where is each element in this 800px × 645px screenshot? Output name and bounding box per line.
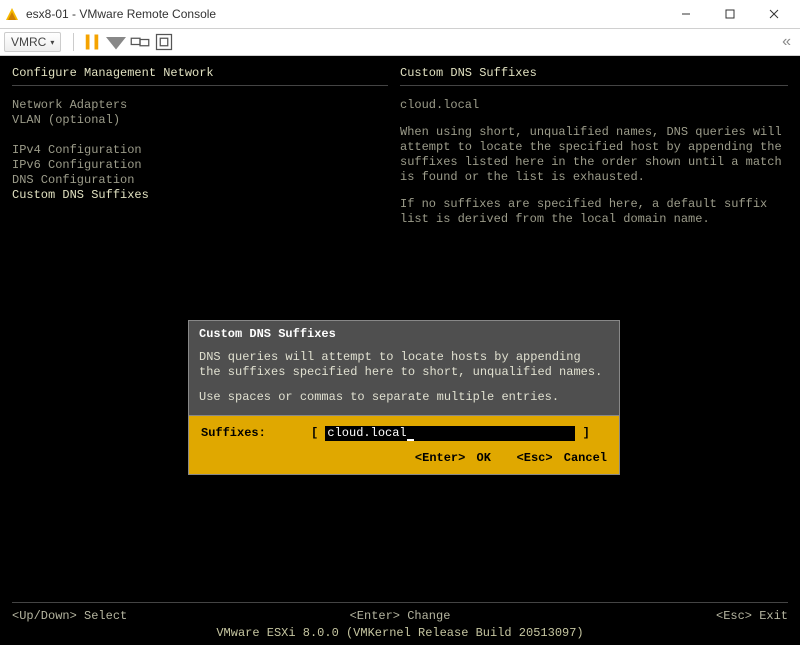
menu-item-ipv6-configuration[interactable]: IPv6 Configuration bbox=[12, 158, 388, 173]
text-cursor bbox=[407, 428, 414, 441]
toolbar: VMRC ▾ « bbox=[0, 29, 800, 56]
version-line: VMware ESXi 8.0.0 (VMKernel Release Buil… bbox=[12, 626, 788, 641]
right-divider bbox=[400, 85, 788, 86]
dialog-help-1: DNS queries will attempt to locate hosts… bbox=[199, 350, 609, 380]
status-mid: <Enter> Change bbox=[271, 609, 530, 624]
ok-key-hint: <Enter> bbox=[415, 451, 465, 465]
menu-list[interactable]: Network AdaptersVLAN (optional) IPv4 Con… bbox=[12, 98, 388, 203]
right-header: Custom DNS Suffixes bbox=[400, 66, 788, 81]
dialog-title: Custom DNS Suffixes bbox=[199, 327, 609, 342]
status-right: <Esc> Exit bbox=[529, 609, 788, 624]
fullscreen-button[interactable] bbox=[154, 32, 174, 52]
dialog-help-2: Use spaces or commas to separate multipl… bbox=[199, 390, 609, 405]
help-para-1: When using short, unqualified names, DNS… bbox=[400, 125, 788, 185]
minimize-button[interactable] bbox=[664, 1, 708, 27]
maximize-button[interactable] bbox=[708, 1, 752, 27]
pause-button[interactable] bbox=[82, 32, 102, 52]
menu-item-vlan-optional-[interactable]: VLAN (optional) bbox=[12, 113, 388, 128]
dialog-actions: <Enter> OK <Esc> Cancel bbox=[201, 451, 607, 466]
custom-dns-suffixes-dialog: Custom DNS Suffixes DNS queries will att… bbox=[188, 320, 620, 475]
window-title: esx8-01 - VMware Remote Console bbox=[26, 7, 664, 21]
cancel-button[interactable]: Cancel bbox=[564, 451, 607, 465]
suffixes-input[interactable]: cloud.local bbox=[325, 426, 575, 441]
suffixes-label: Suffixes: bbox=[201, 426, 311, 441]
console-upper: Configure Management Network Network Ada… bbox=[12, 66, 788, 239]
menu-item-custom-dns-suffixes[interactable]: Custom DNS Suffixes bbox=[12, 188, 388, 203]
help-para-2: If no suffixes are specified here, a def… bbox=[400, 197, 788, 227]
dialog-body: Suffixes: [ cloud.local ] <Enter> OK <Es… bbox=[189, 416, 619, 474]
ok-button[interactable]: OK bbox=[477, 451, 491, 465]
close-button[interactable] bbox=[752, 1, 796, 27]
vmrc-menu-label: VMRC bbox=[11, 35, 46, 49]
dialog-head: Custom DNS Suffixes DNS queries will att… bbox=[189, 321, 619, 416]
cancel-key-hint: <Esc> bbox=[517, 451, 553, 465]
right-column: Custom DNS Suffixes cloud.local When usi… bbox=[400, 66, 788, 239]
suffixes-input-value: cloud.local bbox=[327, 426, 406, 440]
vmrc-menu-dropdown[interactable]: VMRC ▾ bbox=[4, 32, 61, 52]
app-window: esx8-01 - VMware Remote Console VMRC ▾ bbox=[0, 0, 800, 645]
left-divider bbox=[12, 85, 388, 86]
app-icon bbox=[4, 6, 20, 22]
suffixes-input-row: Suffixes: [ cloud.local ] bbox=[201, 426, 607, 441]
menu-item-dns-configuration[interactable]: DNS Configuration bbox=[12, 173, 388, 188]
bracket-open: [ bbox=[311, 426, 325, 441]
left-column: Configure Management Network Network Ada… bbox=[12, 66, 400, 239]
power-dropdown-caret[interactable] bbox=[106, 32, 126, 52]
esxi-console: Configure Management Network Network Ada… bbox=[0, 56, 800, 645]
more-menu-button[interactable]: « bbox=[774, 33, 796, 51]
status-bar: <Up/Down> Select <Enter> Change <Esc> Ex… bbox=[12, 602, 788, 624]
caret-down-icon: ▾ bbox=[50, 38, 54, 47]
status-left: <Up/Down> Select bbox=[12, 609, 271, 624]
left-header: Configure Management Network bbox=[12, 66, 388, 81]
toolbar-divider bbox=[73, 33, 74, 51]
menu-item-ipv4-configuration[interactable]: IPv4 Configuration bbox=[12, 143, 388, 158]
bracket-close: ] bbox=[575, 426, 589, 441]
send-cad-button[interactable] bbox=[130, 32, 150, 52]
titlebar: esx8-01 - VMware Remote Console bbox=[0, 0, 800, 29]
current-suffix-value: cloud.local bbox=[400, 98, 788, 113]
menu-item-network-adapters[interactable]: Network Adapters bbox=[12, 98, 388, 113]
